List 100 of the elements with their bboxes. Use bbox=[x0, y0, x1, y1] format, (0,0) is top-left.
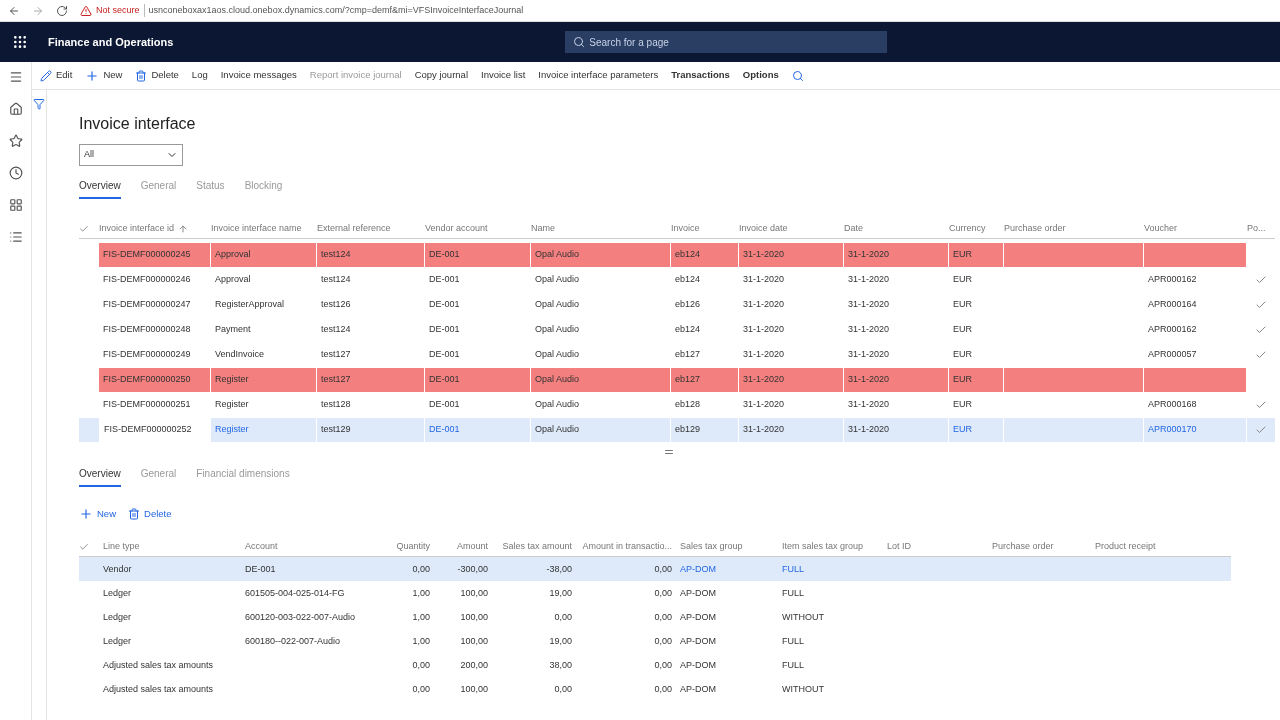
table-cell: AP-DOM bbox=[680, 586, 716, 600]
home-icon[interactable] bbox=[8, 102, 23, 116]
column-header[interactable]: Sales tax amount bbox=[502, 540, 572, 554]
table-cell: Ledger bbox=[103, 586, 132, 600]
column-header[interactable]: Purchase order bbox=[1004, 221, 1066, 236]
toolbar-button[interactable]: Invoice list bbox=[481, 68, 526, 83]
column-header[interactable]: Account bbox=[245, 540, 278, 554]
column-header[interactable]: Purchase order bbox=[992, 540, 1054, 554]
app-launcher-icon[interactable] bbox=[12, 34, 28, 50]
table-cell: DE-001 bbox=[425, 343, 531, 367]
column-header[interactable]: Amount bbox=[456, 540, 488, 554]
column-header[interactable]: Vendor account bbox=[425, 221, 488, 236]
table-cell: 601505-004-025-014-FG bbox=[245, 586, 345, 600]
table-cell: 0,00 bbox=[654, 634, 672, 648]
table-cell: APR000162 bbox=[1144, 268, 1247, 292]
table-cell: eb124 bbox=[671, 243, 739, 267]
plus-icon bbox=[85, 68, 100, 83]
plus-icon bbox=[79, 507, 93, 522]
star-icon[interactable] bbox=[8, 134, 23, 148]
column-header[interactable]: Po... bbox=[1247, 221, 1266, 236]
table-cell: Register bbox=[211, 418, 317, 442]
security-label: Not secure bbox=[96, 3, 140, 17]
column-header[interactable]: Currency bbox=[949, 221, 986, 236]
table-cell: Vendor bbox=[103, 562, 132, 576]
table-cell: 31-1-2020 bbox=[739, 318, 844, 342]
tab[interactable]: Overview bbox=[79, 178, 121, 199]
table-cell: FULL bbox=[782, 634, 804, 648]
column-header[interactable]: Quantity bbox=[396, 540, 430, 554]
table-cell: DE-001 bbox=[425, 268, 531, 292]
table-cell: Ledger bbox=[103, 610, 132, 624]
table-cell: test128 bbox=[317, 393, 425, 417]
table-cell: EUR bbox=[949, 243, 1004, 267]
tab[interactable]: Financial dimensions bbox=[196, 466, 290, 487]
table-cell: AP-DOM bbox=[680, 658, 716, 672]
table-cell: 31-1-2020 bbox=[844, 293, 949, 317]
table-cell: WITHOUT bbox=[782, 682, 824, 696]
column-header[interactable]: Name bbox=[531, 221, 555, 236]
table-cell: 31-1-2020 bbox=[844, 368, 949, 392]
action-button[interactable]: New bbox=[79, 507, 116, 522]
table-cell: RegisterApproval bbox=[211, 293, 317, 317]
column-header[interactable]: Voucher bbox=[1144, 221, 1178, 236]
column-header[interactable]: Amount in transactio... bbox=[582, 540, 672, 554]
table-cell: 0,00 bbox=[654, 610, 672, 624]
column-header[interactable]: Invoice date bbox=[739, 221, 788, 236]
tab[interactable]: General bbox=[140, 466, 177, 487]
table-cell: VendInvoice bbox=[211, 343, 317, 367]
url-text[interactable]: usnconeboxax1aos.cloud.onebox.dynamics.com/?cmp=demf&mi=VFSInvoiceInterfaceJournal bbox=[143, 3, 524, 18]
column-header[interactable]: Sales tax group bbox=[680, 540, 743, 554]
toolbar-button[interactable]: Log bbox=[191, 68, 208, 83]
column-header[interactable]: Product receipt bbox=[1095, 540, 1156, 554]
sort-ascending-icon[interactable] bbox=[178, 223, 189, 234]
column-header[interactable]: Invoice interface name bbox=[211, 221, 302, 236]
table-cell: Adjusted sales tax amounts bbox=[103, 658, 214, 672]
tab[interactable]: Blocking bbox=[244, 178, 283, 199]
table-cell: DE-001 bbox=[425, 368, 531, 392]
toolbar-button[interactable]: Copy journal bbox=[414, 68, 468, 83]
toolbar-button[interactable]: Invoice interface parameters bbox=[538, 68, 659, 83]
reload-icon[interactable] bbox=[56, 4, 68, 17]
toolbar-button[interactable]: Options bbox=[742, 68, 779, 83]
toolbar-button[interactable]: Delete bbox=[135, 68, 179, 83]
select-all-icon[interactable] bbox=[79, 223, 89, 234]
clock-icon[interactable] bbox=[8, 166, 23, 180]
column-header[interactable]: Date bbox=[844, 221, 863, 236]
table-cell: Approval bbox=[211, 243, 317, 267]
toolbar-button[interactable]: Transactions bbox=[671, 68, 730, 83]
column-header[interactable]: Lot ID bbox=[887, 540, 911, 554]
table-cell: 31-1-2020 bbox=[844, 343, 949, 367]
table-cell: Opal Audio bbox=[531, 318, 671, 342]
table-cell: 100,00 bbox=[460, 634, 488, 648]
table-cell: FIS-DEMF000000246 bbox=[99, 268, 211, 292]
tab[interactable]: Overview bbox=[79, 466, 121, 487]
filter-icon[interactable] bbox=[33, 98, 45, 110]
column-header[interactable]: Invoice interface id bbox=[99, 221, 175, 236]
table-cell: -300,00 bbox=[457, 562, 488, 576]
modules-icon[interactable] bbox=[8, 230, 23, 244]
menu-icon[interactable] bbox=[8, 70, 23, 84]
search-field[interactable]: Search for a page bbox=[565, 31, 888, 53]
table-cell: Opal Audio bbox=[531, 243, 671, 267]
trash-icon bbox=[128, 508, 140, 521]
table-cell: Opal Audio bbox=[531, 343, 671, 367]
table-cell: AP-DOM bbox=[680, 610, 716, 624]
action-button[interactable]: Delete bbox=[128, 507, 172, 522]
toolbar-button[interactable]: New bbox=[85, 68, 123, 83]
table-cell: Approval bbox=[211, 268, 317, 292]
column-header[interactable]: Item sales tax group bbox=[782, 540, 864, 554]
toolbar-button[interactable]: Invoice messages bbox=[220, 68, 297, 83]
back-icon[interactable] bbox=[8, 4, 20, 17]
table-cell: Ledger bbox=[103, 634, 132, 648]
tab[interactable]: General bbox=[140, 178, 177, 199]
column-header[interactable]: Invoice bbox=[671, 221, 700, 236]
column-header[interactable]: External reference bbox=[317, 221, 391, 236]
tab[interactable]: Status bbox=[196, 178, 225, 199]
select-all-icon[interactable] bbox=[79, 541, 89, 552]
workspaces-icon[interactable] bbox=[8, 198, 23, 212]
table-cell: 100,00 bbox=[460, 682, 488, 696]
column-header[interactable]: Line type bbox=[103, 540, 140, 554]
table-cell: 31-1-2020 bbox=[844, 393, 949, 417]
search-icon[interactable] bbox=[791, 69, 804, 82]
toolbar-button[interactable]: Edit bbox=[40, 68, 73, 83]
filter-dropdown[interactable]: All bbox=[79, 144, 183, 166]
